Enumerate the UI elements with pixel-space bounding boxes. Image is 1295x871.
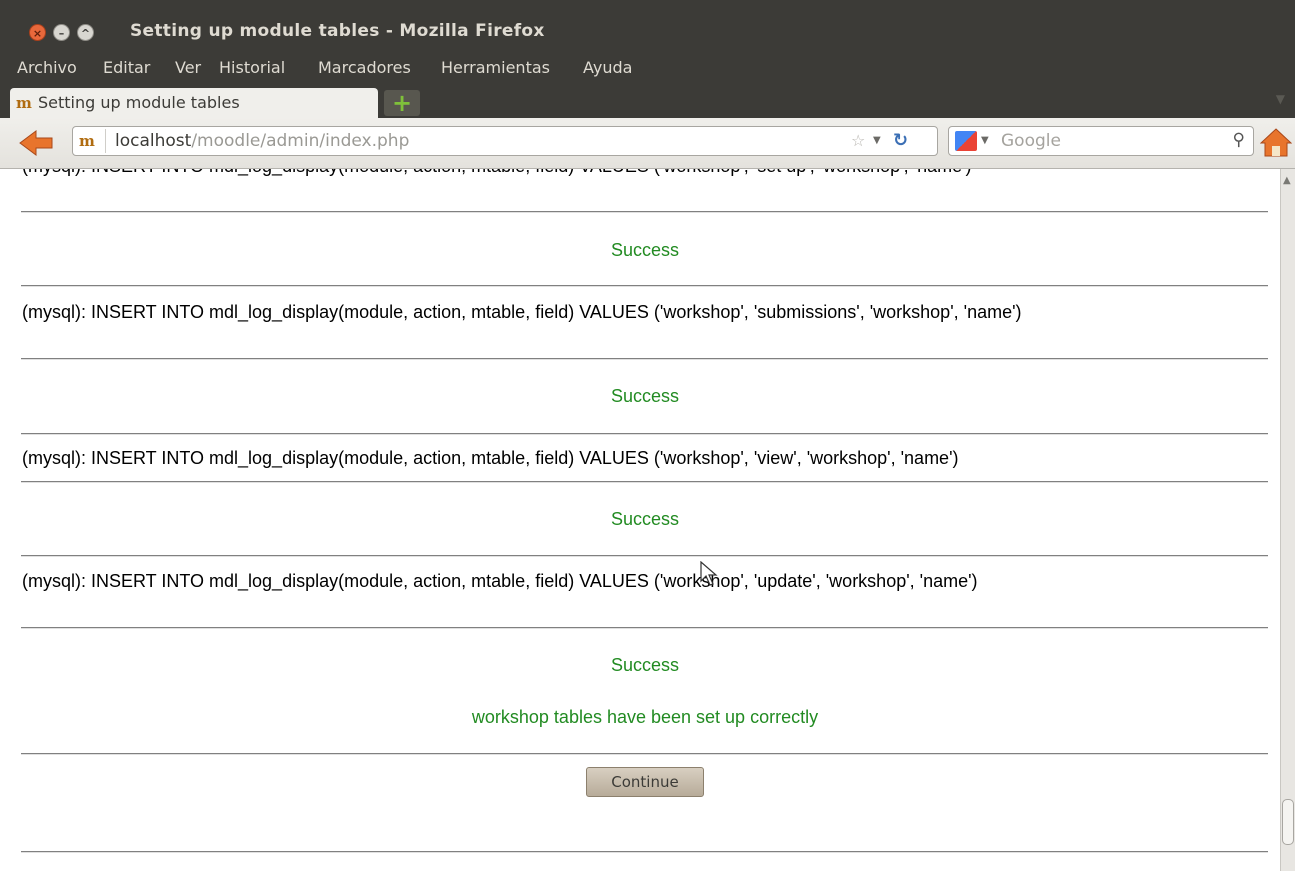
back-arrow-icon — [19, 130, 53, 156]
search-placeholder: Google — [1001, 131, 1061, 151]
divider — [21, 481, 1268, 483]
success-message: Success — [610, 509, 680, 529]
sql-statement: (mysql): INSERT INTO mdl_log_display(mod… — [22, 571, 978, 591]
divider — [21, 433, 1268, 435]
divider — [21, 211, 1268, 213]
home-icon — [1259, 128, 1293, 157]
window-maximize-button[interactable]: ^ — [77, 24, 94, 41]
tab-label: Setting up module tables — [38, 93, 240, 112]
window-title: Setting up module tables - Mozilla Firef… — [130, 21, 545, 41]
url-path: /moodle/admin/index.php — [191, 131, 410, 151]
window-close-button[interactable]: × — [29, 24, 46, 41]
tab-strip: m Setting up module tables + ▼ — [0, 82, 1295, 118]
sql-statement: (mysql): INSERT INTO mdl_log_display(mod… — [22, 302, 1022, 322]
success-message: Success — [610, 655, 680, 675]
divider — [21, 555, 1268, 557]
sql-statement-partial: (mysql): INSERT INTO mdl_log_display(mod… — [22, 169, 1262, 178]
google-icon[interactable] — [955, 131, 977, 151]
bookmark-star-icon[interactable]: ☆ — [851, 131, 865, 150]
scroll-up-arrow-icon[interactable]: ▲ — [1283, 175, 1291, 186]
scrollbar-thumb[interactable] — [1282, 799, 1294, 845]
mouse-cursor-icon — [700, 561, 718, 586]
search-bar[interactable]: ▼ Google ⚲ — [948, 126, 1254, 156]
page-content: (mysql): INSERT INTO mdl_log_display(mod… — [0, 169, 1280, 871]
sql-statement: (mysql): INSERT INTO mdl_log_display(mod… — [22, 448, 959, 468]
search-icon[interactable]: ⚲ — [1233, 130, 1245, 150]
url-host: localhost — [115, 131, 192, 151]
menu-historial[interactable]: Historial — [219, 58, 285, 77]
site-identity-icon[interactable]: m — [79, 129, 106, 153]
navigation-toolbar: m localhost/moodle/admin/index.php ☆ ▼ ↻… — [0, 118, 1295, 169]
window-titlebar: × – ^ Setting up module tables - Mozilla… — [0, 0, 1295, 56]
reload-icon[interactable]: ↻ — [893, 130, 908, 151]
window-minimize-button[interactable]: – — [53, 24, 70, 41]
menu-ver[interactable]: Ver — [175, 58, 201, 77]
tab-setting-up-module-tables[interactable]: m Setting up module tables — [10, 88, 378, 118]
plus-icon: + — [392, 89, 413, 117]
menu-editar[interactable]: Editar — [103, 58, 150, 77]
menu-marcadores[interactable]: Marcadores — [318, 58, 411, 77]
search-engine-dropdown-icon[interactable]: ▼ — [981, 135, 989, 146]
divider — [21, 627, 1268, 629]
success-message: Success — [610, 386, 680, 406]
new-tab-button[interactable]: + — [384, 89, 420, 117]
divider — [21, 753, 1268, 755]
menu-archivo[interactable]: Archivo — [17, 58, 77, 77]
back-button[interactable] — [16, 128, 56, 158]
success-message: Success — [610, 240, 680, 260]
divider — [21, 358, 1268, 360]
url-text[interactable]: localhost/moodle/admin/index.php — [115, 131, 409, 151]
divider — [21, 285, 1268, 287]
vertical-scrollbar[interactable]: ▲ — [1280, 169, 1295, 871]
continue-button[interactable]: Continue — [586, 767, 704, 797]
url-bar[interactable]: m localhost/moodle/admin/index.php ☆ ▼ ↻ — [72, 126, 938, 156]
menu-bar: Archivo Editar Ver Historial Marcadores … — [0, 56, 1295, 82]
divider — [21, 851, 1268, 853]
final-message: workshop tables have been set up correct… — [471, 707, 819, 727]
moodle-icon: m — [16, 94, 32, 112]
home-button[interactable] — [1259, 127, 1293, 157]
menu-herramientas[interactable]: Herramientas — [441, 58, 550, 77]
url-history-dropdown-icon[interactable]: ▼ — [873, 135, 881, 146]
tab-list-arrow-icon[interactable]: ▼ — [1276, 92, 1285, 106]
menu-ayuda[interactable]: Ayuda — [583, 58, 632, 77]
